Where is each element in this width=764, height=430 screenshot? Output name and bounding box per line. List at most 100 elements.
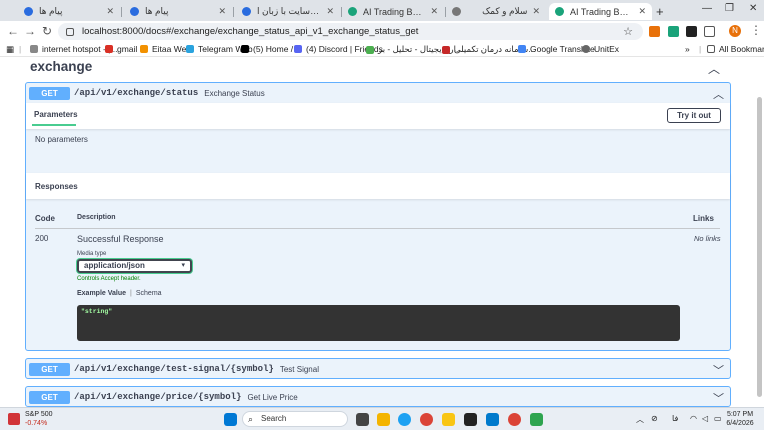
wifi-icon[interactable]: ◠ xyxy=(690,414,697,423)
response-description: Successful Response xyxy=(77,234,164,244)
collapse-icon[interactable]: ︿ xyxy=(713,86,724,102)
example-tabs: Example Value | Schema xyxy=(77,290,162,297)
chrome-icon[interactable] xyxy=(420,413,433,426)
close-tab-icon[interactable]: ✕ xyxy=(638,6,646,17)
browser-tab[interactable]: سلام و کمک ✕ xyxy=(446,3,546,20)
volume-icon[interactable]: ◁ xyxy=(702,414,708,423)
extension-icon[interactable] xyxy=(686,26,697,37)
apps-grid-icon[interactable]: ▦ xyxy=(6,44,14,55)
stock-change: -0.74% xyxy=(25,420,48,427)
show-hidden-icons[interactable]: ︿ xyxy=(636,414,644,425)
project-tab-icon xyxy=(242,7,251,16)
parameters-header: Parameters xyxy=(26,103,730,129)
media-type-label: Media type xyxy=(77,251,107,257)
bookmark-star-icon[interactable]: ☆ xyxy=(623,25,633,38)
insurance-site-icon xyxy=(442,45,450,54)
section-title[interactable]: exchange xyxy=(30,59,92,74)
browser-tab-active[interactable]: AI Trading Bot - Swagger U ✕ xyxy=(549,3,652,20)
vscode-icon[interactable] xyxy=(486,413,499,426)
bookmark-item[interactable]: UnitEx xyxy=(582,44,619,54)
minimize-icon[interactable]: — xyxy=(702,3,712,14)
language-indicator[interactable]: فا xyxy=(672,414,678,423)
table-divider xyxy=(35,228,720,229)
new-tab-button[interactable]: + xyxy=(656,4,664,19)
column-description: Description xyxy=(77,214,116,221)
app-icon[interactable] xyxy=(530,413,543,426)
browser-tab[interactable]: AI Trading Bot - Swagger U ✕ xyxy=(342,3,444,20)
expand-icon[interactable]: ﹀ xyxy=(713,362,724,378)
telegram-icon xyxy=(186,45,194,53)
operation-path: /api/v1/exchange/test-signal/{symbol} xyxy=(74,364,274,374)
example-value-tab[interactable]: Example Value xyxy=(77,290,126,297)
schema-tab[interactable]: Schema xyxy=(136,290,162,297)
profile-avatar[interactable]: N xyxy=(729,25,741,37)
edge-icon[interactable] xyxy=(398,413,411,426)
operation-summary-text: Test Signal xyxy=(279,364,319,374)
chrome-profile-icon[interactable] xyxy=(508,413,521,426)
google-translate-icon xyxy=(518,45,526,53)
start-icon[interactable] xyxy=(224,413,237,426)
browser-tab[interactable]: پروژه طراحی سایت با زبان ا... ✕ xyxy=(236,3,340,20)
close-tab-icon[interactable]: ✕ xyxy=(532,6,540,17)
extension-icon[interactable] xyxy=(649,26,660,37)
column-links: Links xyxy=(693,214,714,223)
close-tab-icon[interactable]: ✕ xyxy=(218,6,226,17)
site-info-icon[interactable] xyxy=(66,27,74,36)
page-scrollbar[interactable] xyxy=(757,97,762,397)
system-clock[interactable]: 5:07 PM 6/4/2026 xyxy=(720,410,760,428)
file-explorer-icon[interactable] xyxy=(442,413,455,426)
bookmark-item[interactable]: (5) Home / X xyxy=(241,44,301,54)
terminal-icon[interactable] xyxy=(464,413,477,426)
controls-accept-header: Controls Accept header. xyxy=(77,276,141,282)
media-type-value: application/json xyxy=(84,261,145,270)
search-placeholder: Search xyxy=(261,414,287,423)
unitex-icon xyxy=(582,45,590,53)
swagger-tab-icon xyxy=(555,7,564,16)
browser-tab[interactable]: پیام ها ✕ xyxy=(124,3,232,20)
address-bar[interactable]: localhost:8000/docs#/exchange/exchange_s… xyxy=(58,23,643,40)
collapse-section-icon[interactable]: ︿ xyxy=(708,60,720,77)
extensions-puzzle-icon[interactable] xyxy=(704,26,715,37)
close-tab-icon[interactable]: ✕ xyxy=(326,6,334,17)
maximize-icon[interactable]: ❐ xyxy=(725,3,734,14)
back-icon[interactable]: ← xyxy=(7,24,19,38)
response-links: No links xyxy=(694,234,721,243)
swagger-page: exchange ︿ GET /api/v1/exchange/status E… xyxy=(0,57,764,407)
forward-icon[interactable]: → xyxy=(24,24,36,38)
browser-tab[interactable]: پیام ها ✕ xyxy=(18,3,120,20)
messages-tab-icon xyxy=(24,7,33,16)
taskbar-search[interactable]: ⌕ Search xyxy=(242,411,348,427)
clock-date: 6/4/2026 xyxy=(726,420,754,427)
all-bookmarks[interactable]: All Bookmarks xyxy=(707,44,764,54)
operation-block-test-signal[interactable]: GET /api/v1/exchange/test-signal/{symbol… xyxy=(25,358,731,379)
reload-icon[interactable]: ↻ xyxy=(42,24,52,38)
task-view-icon[interactable] xyxy=(356,413,369,426)
try-it-out-button[interactable]: Try it out xyxy=(667,108,721,123)
chat-tab-icon xyxy=(452,7,461,16)
operation-block-price[interactable]: GET /api/v1/exchange/price/{symbol} Get … xyxy=(25,386,731,407)
bookmark-item[interactable]: gmail xyxy=(105,44,137,54)
focus-icon[interactable]: ⊘ xyxy=(651,414,658,423)
url-text: localhost:8000/docs#/exchange/exchange_s… xyxy=(82,26,419,37)
close-window-icon[interactable]: ✕ xyxy=(749,3,757,14)
more-bookmarks-icon[interactable]: » xyxy=(685,44,690,54)
menu-icon[interactable]: ⋮ xyxy=(750,23,762,37)
bookmark-item[interactable]: Eitaa Web xyxy=(140,44,191,54)
operation-summary[interactable]: GET /api/v1/exchange/price/{symbol} Get … xyxy=(26,387,730,407)
operation-summary[interactable]: GET /api/v1/exchange/test-signal/{symbol… xyxy=(26,359,730,379)
parameters-tab[interactable]: Parameters xyxy=(34,110,78,119)
browser-toolbar: ← → ↻ localhost:8000/docs#/exchange/exch… xyxy=(0,21,764,42)
browser-tab-bar: پیام ها ✕ پیام ها ✕ پروژه طراحی سایت با … xyxy=(0,0,764,21)
media-type-select[interactable]: application/json ▾ xyxy=(77,259,192,273)
operation-summary[interactable]: GET /api/v1/exchange/status Exchange Sta… xyxy=(26,83,730,103)
example-code-block: "string" xyxy=(77,305,680,341)
x-icon xyxy=(241,45,249,53)
bookmarks-bar: ▦ | internet hotspot - |... gmail Eitaa … xyxy=(0,42,764,57)
copilot-icon[interactable] xyxy=(377,413,390,426)
close-tab-icon[interactable]: ✕ xyxy=(106,6,114,17)
close-tab-icon[interactable]: ✕ xyxy=(430,6,438,17)
extension-icon[interactable] xyxy=(668,26,679,37)
crypto-site-icon xyxy=(366,45,374,54)
expand-icon[interactable]: ﹀ xyxy=(713,390,724,406)
responses-header: Responses xyxy=(26,173,730,199)
